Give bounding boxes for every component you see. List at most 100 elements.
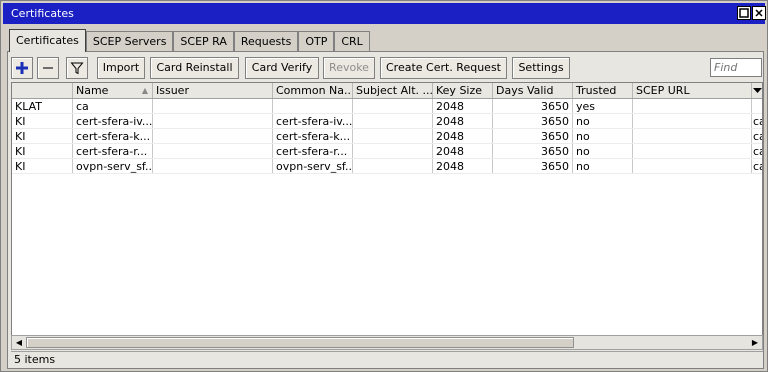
- table-row[interactable]: KI ovpn-serv_sf... ovpn-serv_sf... 2048 3650…: [12, 159, 762, 174]
- cell-issuer: [153, 114, 273, 128]
- cell-common-name: [273, 99, 353, 113]
- cell-trusted: no: [573, 129, 633, 143]
- column-header-name-label: Name: [76, 84, 109, 97]
- settings-button[interactable]: Settings: [512, 57, 570, 79]
- tab-requests[interactable]: Requests: [233, 31, 299, 52]
- close-button[interactable]: [752, 6, 766, 20]
- cell-flags: KI: [12, 144, 73, 158]
- tab-crl[interactable]: CRL: [334, 31, 370, 52]
- remove-button[interactable]: [37, 57, 59, 79]
- sort-ascending-icon: ▲: [141, 86, 148, 95]
- table-row[interactable]: KI cert-sfera-iv... cert-sfera-iv... 2048 36…: [12, 114, 762, 129]
- cell-flags: KI: [12, 159, 73, 173]
- cell-subject-alt: [353, 99, 433, 113]
- columns-menu-button[interactable]: [752, 83, 762, 98]
- cell-trusted: yes: [573, 99, 633, 113]
- column-header-subject-alt[interactable]: Subject Alt. ...: [353, 83, 433, 98]
- cell-trusted: no: [573, 114, 633, 128]
- table-row[interactable]: KI cert-sfera-k... cert-sfera-k... 2048 3650…: [12, 129, 762, 144]
- cell-scep-url: [633, 99, 752, 113]
- plus-icon: [16, 62, 28, 74]
- cell-key-size: 2048: [433, 144, 493, 158]
- cell-scep-url: [633, 129, 752, 143]
- create-cert-request-button[interactable]: Create Cert. Request: [380, 57, 507, 79]
- chevron-down-icon: [753, 88, 762, 93]
- column-header-common-name[interactable]: Common Na...: [273, 83, 353, 98]
- cell-name: ovpn-serv_sf...: [73, 159, 153, 173]
- cell-issuer: [153, 129, 273, 143]
- column-header-scep-url[interactable]: SCEP URL: [633, 83, 752, 98]
- title-bar[interactable]: Certificates: [3, 3, 766, 24]
- card-reinstall-button[interactable]: Card Reinstall: [150, 57, 239, 79]
- filter-icon: [70, 62, 84, 75]
- cell-subject-alt: [353, 159, 433, 173]
- table-header: Name ▲ Issuer Common Na... Subject Alt. …: [12, 83, 762, 99]
- cell-issuer: [153, 159, 273, 173]
- cell-name: cert-sfera-iv...: [73, 114, 153, 128]
- cell-common-name: cert-sfera-iv...: [273, 114, 353, 128]
- cell-trusted: no: [573, 144, 633, 158]
- cell-issuer: [153, 144, 273, 158]
- close-icon: [755, 9, 763, 17]
- column-header-name[interactable]: Name ▲: [73, 83, 153, 98]
- scroll-left-arrow-icon[interactable]: ◀: [13, 337, 25, 348]
- toolbar: Import Card Reinstall Card Verify Revoke…: [8, 55, 763, 79]
- cell-extra: ca: [753, 115, 762, 128]
- cell-days-valid: 3650: [493, 129, 573, 143]
- tab-bar: Certificates SCEP Servers SCEP RA Reques…: [9, 29, 370, 52]
- table-row[interactable]: KI cert-sfera-r... cert-sfera-r... 2048 3650…: [12, 144, 762, 159]
- cell-issuer: [153, 99, 273, 113]
- cell-flags: KI: [12, 129, 73, 143]
- cell-key-size: 2048: [433, 114, 493, 128]
- column-header-key-size[interactable]: Key Size: [433, 83, 493, 98]
- certificates-window: Certificates Certificates SCEP Servers S…: [0, 0, 768, 372]
- cell-subject-alt: [353, 114, 433, 128]
- import-button[interactable]: Import: [97, 57, 145, 79]
- cell-key-size: 2048: [433, 99, 493, 113]
- cell-flags: KI: [12, 114, 73, 128]
- cell-extra: [752, 99, 762, 113]
- cell-days-valid: 3650: [493, 144, 573, 158]
- cell-common-name: cert-sfera-k...: [273, 129, 353, 143]
- tab-scep-ra[interactable]: SCEP RA: [173, 31, 234, 52]
- scroll-right-arrow-icon[interactable]: ▶: [749, 337, 761, 348]
- cell-extra: ca: [753, 130, 762, 143]
- column-header-issuer[interactable]: Issuer: [153, 83, 273, 98]
- cell-subject-alt: [353, 129, 433, 143]
- horizontal-scrollbar[interactable]: ◀ ▶: [11, 335, 763, 350]
- cell-common-name: ovpn-serv_sf...: [273, 159, 353, 173]
- tab-certificates[interactable]: Certificates: [9, 29, 86, 52]
- column-header-days-valid[interactable]: Days Valid: [493, 83, 573, 98]
- scrollbar-thumb[interactable]: [26, 337, 574, 348]
- tab-otp[interactable]: OTP: [298, 31, 335, 52]
- cell-scep-url: [633, 159, 752, 173]
- tab-scep-servers[interactable]: SCEP Servers: [85, 31, 174, 52]
- revoke-button[interactable]: Revoke: [323, 57, 375, 79]
- cell-key-size: 2048: [433, 159, 493, 173]
- cell-extra: ca: [753, 145, 762, 158]
- cell-flags: KLAT: [12, 99, 73, 113]
- cell-name: ca: [73, 99, 153, 113]
- minus-icon: [43, 67, 53, 69]
- find-input[interactable]: [710, 58, 762, 77]
- cell-days-valid: 3650: [493, 159, 573, 173]
- column-header-flags[interactable]: [12, 83, 73, 98]
- cell-days-valid: 3650: [493, 99, 573, 113]
- maximize-button[interactable]: [737, 6, 751, 20]
- item-count: 5 items: [14, 353, 56, 366]
- cell-name: cert-sfera-r...: [73, 144, 153, 158]
- column-header-trusted[interactable]: Trusted: [573, 83, 633, 98]
- cell-trusted: no: [573, 159, 633, 173]
- cell-subject-alt: [353, 144, 433, 158]
- window-title: Certificates: [11, 7, 74, 20]
- cell-days-valid: 3650: [493, 114, 573, 128]
- certificates-table: Name ▲ Issuer Common Na... Subject Alt. …: [11, 82, 763, 336]
- cell-key-size: 2048: [433, 129, 493, 143]
- filter-button[interactable]: [66, 57, 88, 79]
- cell-scep-url: [633, 144, 752, 158]
- table-row[interactable]: KLAT ca 2048 3650 yes: [12, 99, 762, 114]
- maximize-icon: [739, 8, 749, 18]
- cell-scep-url: [633, 114, 752, 128]
- add-button[interactable]: [11, 57, 33, 79]
- card-verify-button[interactable]: Card Verify: [245, 57, 319, 79]
